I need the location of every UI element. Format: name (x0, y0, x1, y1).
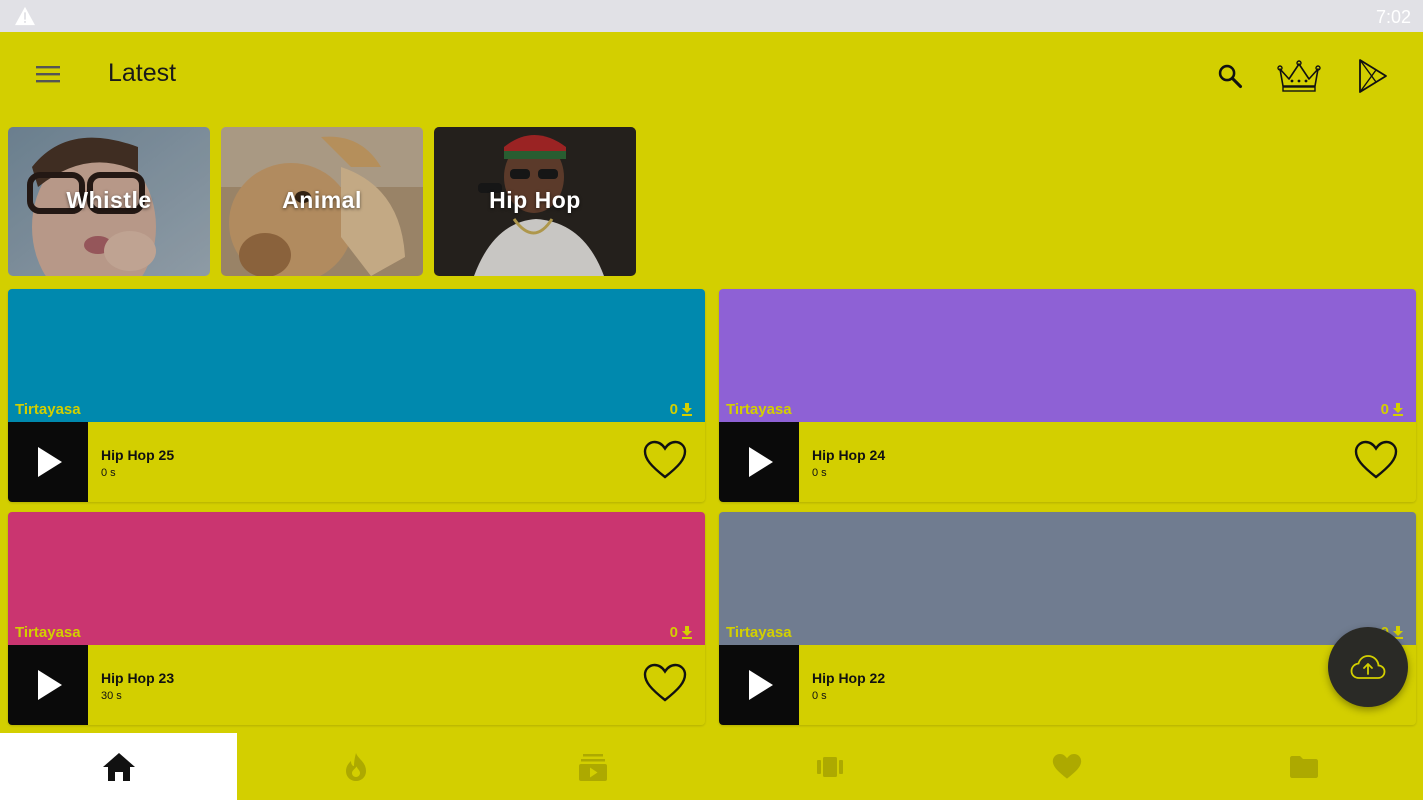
favorite-button[interactable] (643, 440, 687, 484)
search-icon (1218, 64, 1243, 89)
category-label: Animal (282, 187, 362, 213)
ringtone-card: Tirtayasa 0 Hip Hop 25 0 s (8, 289, 705, 502)
card-author: Tirtayasa (726, 401, 792, 418)
cloud-upload-icon (1350, 655, 1386, 679)
nav-trending[interactable] (237, 733, 474, 800)
search-button[interactable] (1207, 54, 1253, 98)
nav-folders[interactable] (1185, 733, 1422, 800)
video-library-icon (578, 753, 607, 781)
play-icon (38, 447, 62, 477)
home-icon (102, 752, 135, 781)
card-footer: Hip Hop 24 0 s (719, 422, 1416, 502)
nav-videos[interactable] (474, 733, 711, 800)
favorite-button[interactable] (1354, 440, 1398, 484)
card-banner[interactable] (8, 512, 705, 645)
play-store-icon (1359, 59, 1387, 93)
status-bar: 7:02 (0, 0, 1423, 32)
card-footer: Hip Hop 25 0 s (8, 422, 705, 502)
nav-favorites[interactable] (948, 733, 1185, 800)
status-time: 7:02 (1375, 7, 1411, 27)
play-store-button[interactable] (1350, 54, 1396, 98)
carousel-icon (816, 756, 843, 777)
ringtone-title: Hip Hop 22 (812, 670, 886, 686)
download-icon (682, 626, 692, 639)
card-footer: Hip Hop 23 30 s (8, 645, 705, 725)
play-button[interactable] (8, 422, 88, 502)
card-author: Tirtayasa (15, 401, 81, 418)
download-count: 0 (1381, 401, 1404, 418)
nav-home[interactable] (0, 733, 237, 800)
hamburger-menu-icon (36, 66, 60, 83)
category-label: Whistle (66, 187, 152, 213)
play-icon (38, 670, 62, 700)
bottom-navigation (0, 733, 1423, 800)
play-button[interactable] (8, 645, 88, 725)
ringtone-title: Hip Hop 24 (812, 447, 886, 463)
download-count: 0 (670, 401, 693, 418)
category-label: Hip Hop (489, 187, 581, 213)
card-banner[interactable] (719, 512, 1416, 645)
app-bar: Latest (0, 32, 1423, 118)
download-icon (1393, 403, 1403, 416)
card-footer: Hip Hop 22 0 s (719, 645, 1416, 725)
ringtone-title: Hip Hop 23 (101, 670, 175, 686)
download-count-value: 0 (669, 401, 678, 418)
card-banner[interactable] (719, 289, 1416, 422)
folder-icon (1289, 755, 1318, 778)
fire-icon (345, 752, 366, 781)
download-icon (682, 403, 692, 416)
category-tile-whistle[interactable]: Whistle (8, 127, 210, 276)
ringtone-card: Tirtayasa 0 Hip Hop 23 30 s (8, 512, 705, 725)
card-author: Tirtayasa (15, 624, 81, 641)
card-banner[interactable] (8, 289, 705, 422)
heart-outline-icon (643, 663, 687, 702)
play-icon (749, 670, 773, 700)
upload-fab[interactable] (1328, 627, 1408, 707)
menu-button[interactable] (34, 62, 64, 88)
heart-icon (1052, 754, 1081, 779)
warning-triangle-icon (15, 6, 35, 26)
ringtone-duration: 30 s (101, 690, 122, 702)
heart-outline-icon (643, 440, 687, 479)
premium-button[interactable] (1276, 54, 1322, 98)
crown-icon (1277, 60, 1321, 92)
card-author: Tirtayasa (726, 624, 792, 641)
page-title: Latest (108, 59, 177, 87)
favorite-button[interactable] (643, 663, 687, 707)
category-tile-animal[interactable]: Animal (221, 127, 423, 276)
nav-collections[interactable] (711, 733, 948, 800)
ringtone-title: Hip Hop 25 (101, 447, 175, 463)
play-button[interactable] (719, 645, 799, 725)
play-icon (749, 447, 773, 477)
category-tile-hip-hop[interactable]: Hip Hop (434, 127, 636, 276)
download-count-value: 0 (669, 624, 678, 641)
download-count-value: 0 (1380, 401, 1389, 418)
ringtone-duration: 0 s (101, 467, 116, 479)
ringtone-duration: 0 s (812, 467, 827, 479)
ringtone-card: Tirtayasa 0 Hip Hop 22 0 s (719, 512, 1416, 725)
heart-outline-icon (1354, 440, 1398, 479)
ringtone-card: Tirtayasa 0 Hip Hop 24 0 s (719, 289, 1416, 502)
ringtone-duration: 0 s (812, 690, 827, 702)
play-button[interactable] (719, 422, 799, 502)
download-count: 0 (670, 624, 693, 641)
